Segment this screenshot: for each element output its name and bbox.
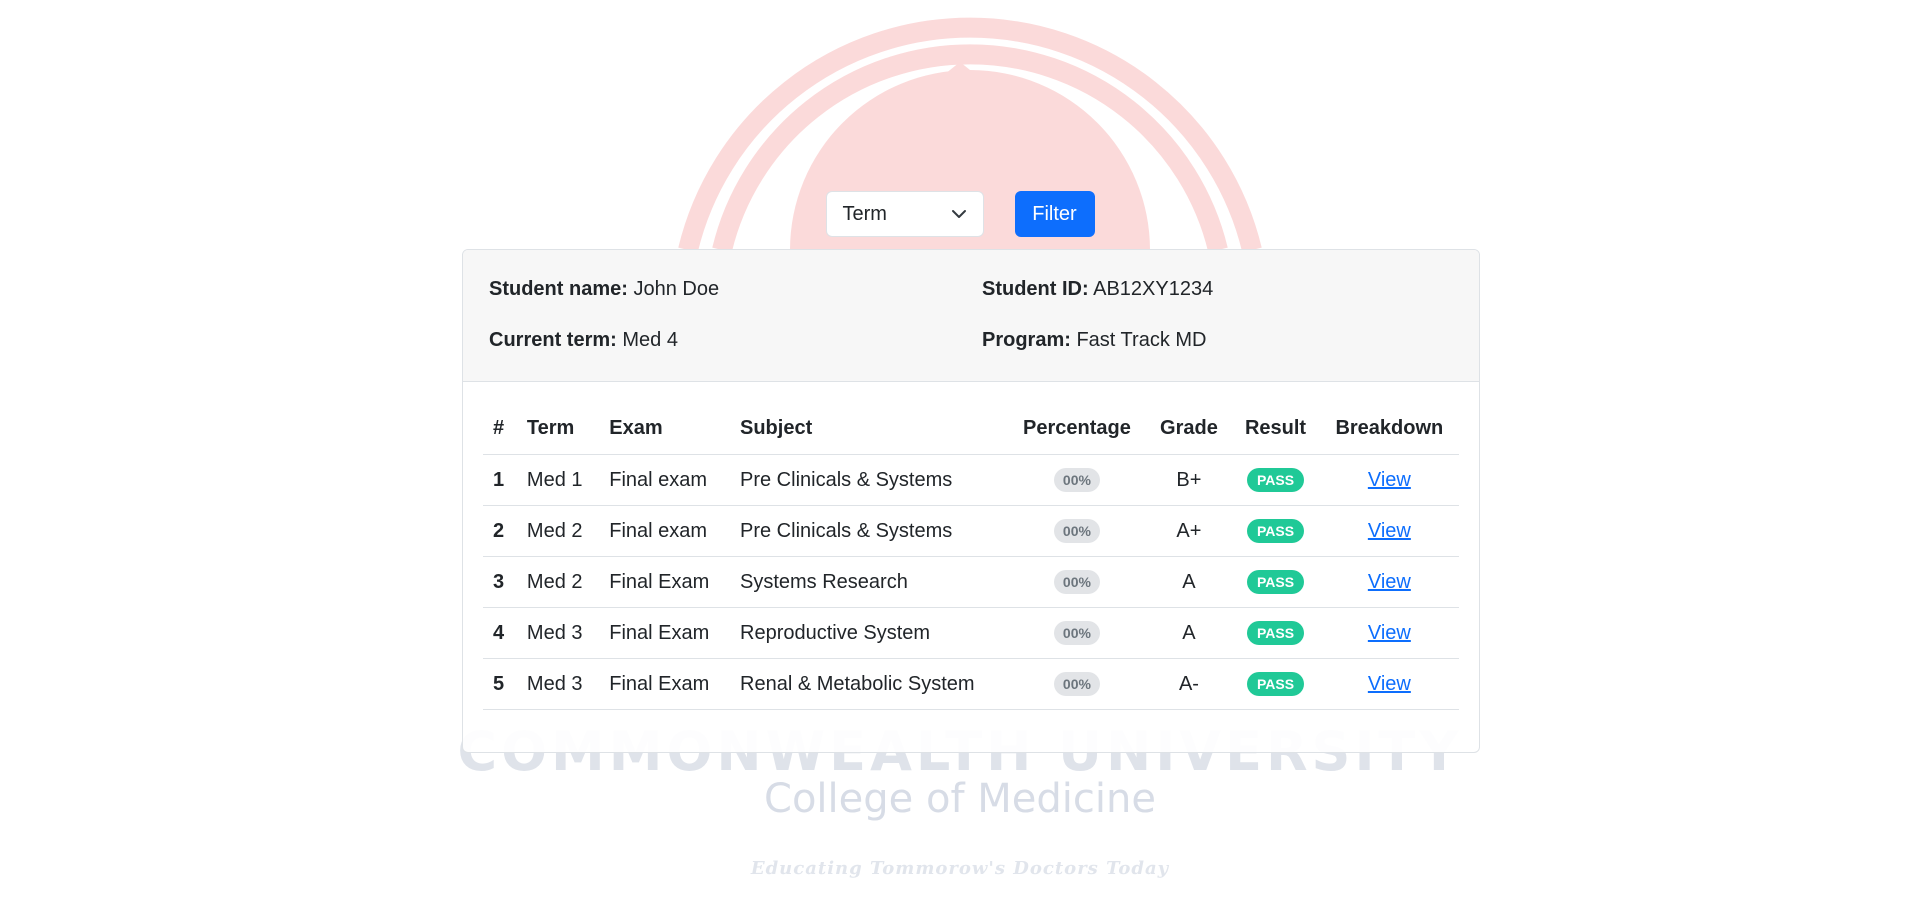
col-grade: Grade (1146, 402, 1232, 455)
student-info-header: Student name: John Doe Student ID: AB12X… (463, 250, 1479, 382)
col-number: # (483, 402, 517, 455)
table-header-row: # Term Exam Subject Percentage Grade Res… (483, 402, 1459, 455)
filter-bar: Term Filter (0, 191, 1920, 237)
student-name-label: Student name: (489, 278, 628, 300)
term-select-value: Term (842, 202, 887, 225)
row-grade: A (1146, 556, 1232, 608)
results-table: # Term Exam Subject Percentage Grade Res… (483, 402, 1459, 710)
result-badge: PASS (1246, 468, 1305, 492)
view-breakdown-link[interactable]: View (1368, 622, 1411, 644)
term-select[interactable]: Term (825, 191, 984, 237)
student-id-label: Student ID: (982, 278, 1089, 300)
student-id: Student ID: AB12XY1234 (982, 278, 1213, 301)
row-subject: Renal & Metabolic System (730, 658, 1008, 710)
row-grade: B+ (1146, 454, 1232, 506)
current-term-label: Current term: (489, 329, 617, 351)
col-percentage: Percentage (1007, 402, 1147, 455)
percentage-badge: 00% (1053, 672, 1100, 696)
filter-button[interactable]: Filter (1014, 191, 1095, 237)
row-number: 1 (483, 454, 517, 506)
row-number: 5 (483, 658, 517, 710)
col-term: Term (516, 402, 600, 455)
row-term: Med 2 (516, 505, 600, 557)
current-term: Current term: Med 4 (489, 329, 678, 352)
row-grade: A+ (1146, 505, 1232, 557)
view-breakdown-link[interactable]: View (1368, 571, 1411, 593)
student-name: Student name: John Doe (489, 278, 719, 301)
program-label: Program: (982, 329, 1071, 351)
row-term: Med 3 (516, 607, 600, 659)
student-id-value: AB12XY1234 (1093, 278, 1214, 300)
col-result: Result (1231, 402, 1320, 455)
view-breakdown-link[interactable]: View (1368, 469, 1411, 491)
row-subject: Systems Research (730, 556, 1008, 608)
result-badge: PASS (1246, 672, 1305, 696)
col-subject: Subject (730, 402, 1008, 455)
col-exam: Exam (599, 402, 730, 455)
row-term: Med 2 (516, 556, 600, 608)
row-number: 3 (483, 556, 517, 608)
row-number: 4 (483, 607, 517, 659)
row-grade: A- (1146, 658, 1232, 710)
row-subject: Pre Clinicals & Systems (730, 505, 1008, 557)
current-term-value: Med 4 (622, 329, 678, 351)
table-row: 1 Med 1 Final exam Pre Clinicals & Syste… (483, 454, 1459, 506)
percentage-badge: 00% (1053, 621, 1100, 645)
program: Program: Fast Track MD (982, 329, 1206, 352)
row-exam: Final Exam (599, 556, 730, 608)
page: COMMONWEALTH UNIVERSITY College of Medic… (0, 0, 1920, 923)
student-name-value: John Doe (633, 278, 720, 300)
row-term: Med 3 (516, 658, 600, 710)
row-exam: Final Exam (599, 607, 730, 659)
table-row: 4 Med 3 Final Exam Reproductive System 0… (483, 607, 1459, 659)
result-badge: PASS (1246, 519, 1305, 543)
row-exam: Final Exam (599, 658, 730, 710)
row-exam: Final exam (599, 505, 730, 557)
row-exam: Final exam (599, 454, 730, 506)
table-row: 5 Med 3 Final Exam Renal & Metabolic Sys… (483, 658, 1459, 710)
row-number: 2 (483, 505, 517, 557)
watermark-college: College of Medicine (764, 776, 1156, 822)
col-breakdown: Breakdown (1319, 402, 1459, 455)
percentage-badge: 00% (1053, 570, 1100, 594)
results-table-container: # Term Exam Subject Percentage Grade Res… (463, 382, 1479, 710)
result-badge: PASS (1246, 621, 1305, 645)
percentage-badge: 00% (1053, 519, 1100, 543)
percentage-badge: 00% (1053, 468, 1100, 492)
chevron-down-icon (951, 210, 966, 218)
program-value: Fast Track MD (1076, 329, 1207, 351)
row-grade: A (1146, 607, 1232, 659)
result-badge: PASS (1246, 570, 1305, 594)
row-subject: Pre Clinicals & Systems (730, 454, 1008, 506)
row-subject: Reproductive System (730, 607, 1008, 659)
view-breakdown-link[interactable]: View (1368, 520, 1411, 542)
view-breakdown-link[interactable]: View (1368, 673, 1411, 695)
table-row: 3 Med 2 Final Exam Systems Research 00% … (483, 556, 1459, 608)
results-card: Student name: John Doe Student ID: AB12X… (462, 249, 1480, 753)
row-term: Med 1 (516, 454, 600, 506)
table-row: 2 Med 2 Final exam Pre Clinicals & Syste… (483, 505, 1459, 557)
watermark-motto: Educating Tommorow's Doctors Today (750, 858, 1170, 879)
